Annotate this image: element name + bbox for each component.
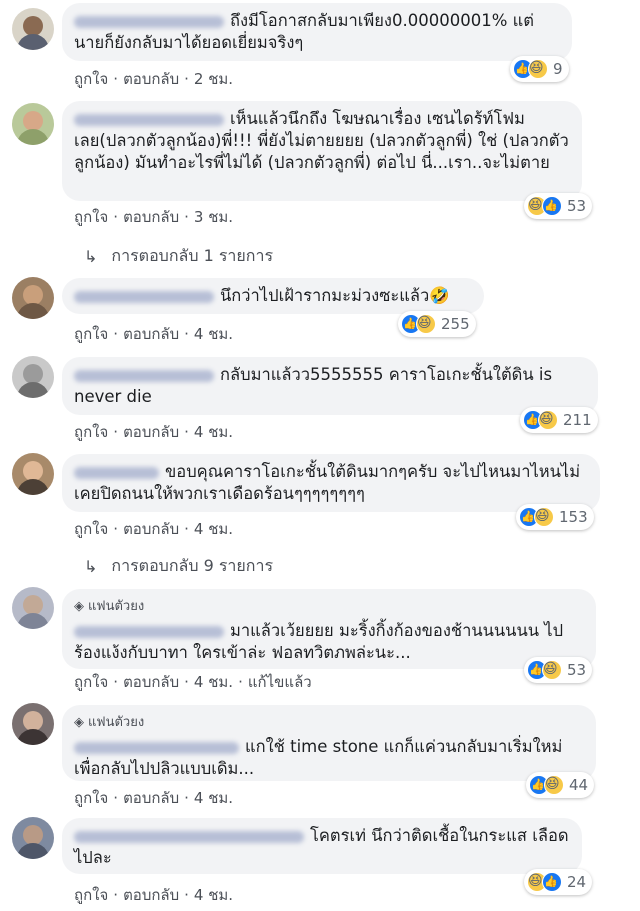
comment-bubble: นึกว่าไปเฝ้ารากมะม่วงซะแล้ว🤣	[62, 278, 484, 314]
reply-link[interactable]: ตอบกลับ	[123, 208, 179, 226]
reply-arrow-icon: ↳	[84, 247, 98, 266]
reaction-count: 9	[553, 60, 563, 78]
haha-icon	[416, 314, 436, 334]
haha-icon	[544, 775, 564, 795]
reply-link[interactable]: ตอบกลับ	[123, 423, 179, 441]
avatar[interactable]	[12, 103, 54, 145]
view-replies-link[interactable]: ↳ การตอบกลับ 1 รายการ	[84, 244, 273, 269]
reply-link[interactable]: ตอบกลับ	[123, 520, 179, 538]
edited-label[interactable]: แก้ไขแล้ว	[248, 673, 312, 691]
commenter-name[interactable]	[74, 830, 304, 843]
view-replies-label: การตอบกลับ 1 รายการ	[111, 246, 274, 265]
avatar[interactable]	[12, 277, 54, 319]
diamond-icon: ◈	[74, 715, 84, 730]
diamond-icon: ◈	[74, 599, 84, 614]
like-link[interactable]: ถูกใจ	[74, 789, 108, 807]
avatar[interactable]	[12, 453, 54, 495]
reaction-summary[interactable]: 255	[398, 311, 476, 337]
comment-text: นึกว่าไปเฝ้ารากมะม่วงซะแล้ว🤣	[220, 286, 450, 305]
haha-icon	[534, 507, 554, 527]
timestamp[interactable]: 4 ชม.	[194, 325, 233, 343]
reaction-summary[interactable]: 211	[520, 407, 598, 433]
avatar[interactable]	[12, 703, 54, 745]
comment-bubble: ถึงมีโอกาสกลับมาเพียง0.00000001% แต่นายก…	[62, 3, 572, 61]
reaction-summary[interactable]: 53	[524, 193, 593, 219]
reaction-count: 53	[567, 661, 587, 679]
comment-actions: ถูกใจ · ตอบกลับ · 4 ชม. · แก้ไขแล้ว	[74, 673, 312, 691]
timestamp[interactable]: 2 ชม.	[194, 70, 233, 88]
comment-actions: ถูกใจ · ตอบกลับ · 4 ชม.	[74, 325, 234, 343]
avatar[interactable]	[12, 8, 54, 50]
fan-badge-label: แฟนตัวยง	[88, 599, 145, 614]
avatar[interactable]	[12, 587, 54, 629]
avatar[interactable]	[12, 817, 54, 859]
comment-actions: ถูกใจ · ตอบกลับ · 4 ชม.	[74, 789, 234, 807]
reply-arrow-icon: ↳	[84, 557, 98, 576]
commenter-name[interactable]	[74, 741, 239, 754]
reply-link[interactable]: ตอบกลับ	[123, 886, 179, 904]
commenter-name[interactable]	[74, 290, 214, 303]
reply-link[interactable]: ตอบกลับ	[123, 789, 179, 807]
comment-actions: ถูกใจ · ตอบกลับ · 3 ชม.	[74, 208, 234, 226]
timestamp[interactable]: 4 ชม.	[194, 673, 233, 691]
reply-link[interactable]: ตอบกลับ	[123, 325, 179, 343]
like-link[interactable]: ถูกใจ	[74, 70, 108, 88]
comment-actions: ถูกใจ · ตอบกลับ · 4 ชม.	[74, 886, 234, 904]
like-link[interactable]: ถูกใจ	[74, 520, 108, 538]
commenter-name[interactable]	[74, 113, 224, 126]
fan-badge-label: แฟนตัวยง	[88, 715, 145, 730]
timestamp[interactable]: 4 ชม.	[194, 789, 233, 807]
reaction-summary[interactable]: 24	[524, 869, 593, 895]
comment-bubble: ◈ แฟนตัวยง มาแล้วเว้ยยยย มะริ้งกิ้งก้องขอ…	[62, 589, 596, 669]
like-link[interactable]: ถูกใจ	[74, 423, 108, 441]
reaction-summary[interactable]: 153	[516, 504, 594, 530]
fan-badge[interactable]: ◈ แฟนตัวยง	[74, 596, 584, 618]
reaction-summary[interactable]: 9	[510, 56, 569, 82]
reaction-summary[interactable]: 53	[524, 657, 593, 683]
avatar[interactable]	[12, 356, 54, 398]
comment-actions: ถูกใจ · ตอบกลับ · 4 ชม.	[74, 520, 234, 538]
like-icon	[542, 196, 562, 216]
fan-badge[interactable]: ◈ แฟนตัวยง	[74, 712, 584, 734]
like-link[interactable]: ถูกใจ	[74, 208, 108, 226]
reaction-count: 53	[567, 197, 587, 215]
commenter-name[interactable]	[74, 466, 159, 479]
comment-bubble: ◈ แฟนตัวยง แกใช้ time stone แกก็แค่วนกลับ…	[62, 705, 596, 781]
reaction-count: 153	[559, 508, 588, 526]
view-replies-label: การตอบกลับ 9 รายการ	[111, 556, 274, 575]
comment-actions: ถูกใจ · ตอบกลับ · 2 ชม.	[74, 70, 234, 88]
reply-link[interactable]: ตอบกลับ	[123, 673, 179, 691]
comment-bubble: กลับมาแล้วว5555555 คาราโอเกะชั้นใต้ดิน i…	[62, 357, 598, 415]
commenter-name[interactable]	[74, 625, 224, 638]
reaction-count: 255	[441, 315, 470, 333]
commenter-name[interactable]	[74, 15, 224, 28]
timestamp[interactable]: 3 ชม.	[194, 208, 233, 226]
like-link[interactable]: ถูกใจ	[74, 886, 108, 904]
timestamp[interactable]: 4 ชม.	[194, 423, 233, 441]
like-link[interactable]: ถูกใจ	[74, 325, 108, 343]
haha-icon	[538, 410, 558, 430]
like-link[interactable]: ถูกใจ	[74, 673, 108, 691]
view-replies-link[interactable]: ↳ การตอบกลับ 9 รายการ	[84, 554, 273, 579]
reaction-summary[interactable]: 44	[526, 772, 595, 798]
timestamp[interactable]: 4 ชม.	[194, 886, 233, 904]
reaction-count: 211	[563, 411, 592, 429]
comment-bubble: ขอบคุณคาราโอเกะชั้นใต้ดินมากๆครับ จะไปไห…	[62, 454, 600, 512]
haha-icon	[528, 59, 548, 79]
comment-bubble: เห็นแล้วนึกถึง โฆษณาเรื่อง เซนไดร้ท์โฟม …	[62, 101, 582, 201]
like-icon	[542, 872, 562, 892]
haha-icon	[542, 660, 562, 680]
commenter-name[interactable]	[74, 369, 214, 382]
reaction-count: 24	[567, 873, 587, 891]
reply-link[interactable]: ตอบกลับ	[123, 70, 179, 88]
comment-actions: ถูกใจ · ตอบกลับ · 4 ชม.	[74, 423, 234, 441]
comment-bubble: โคตรเท่ นึกว่าติดเชื้อในกระแส เลือดไปละ	[62, 818, 582, 874]
reaction-count: 44	[569, 776, 589, 794]
timestamp[interactable]: 4 ชม.	[194, 520, 233, 538]
